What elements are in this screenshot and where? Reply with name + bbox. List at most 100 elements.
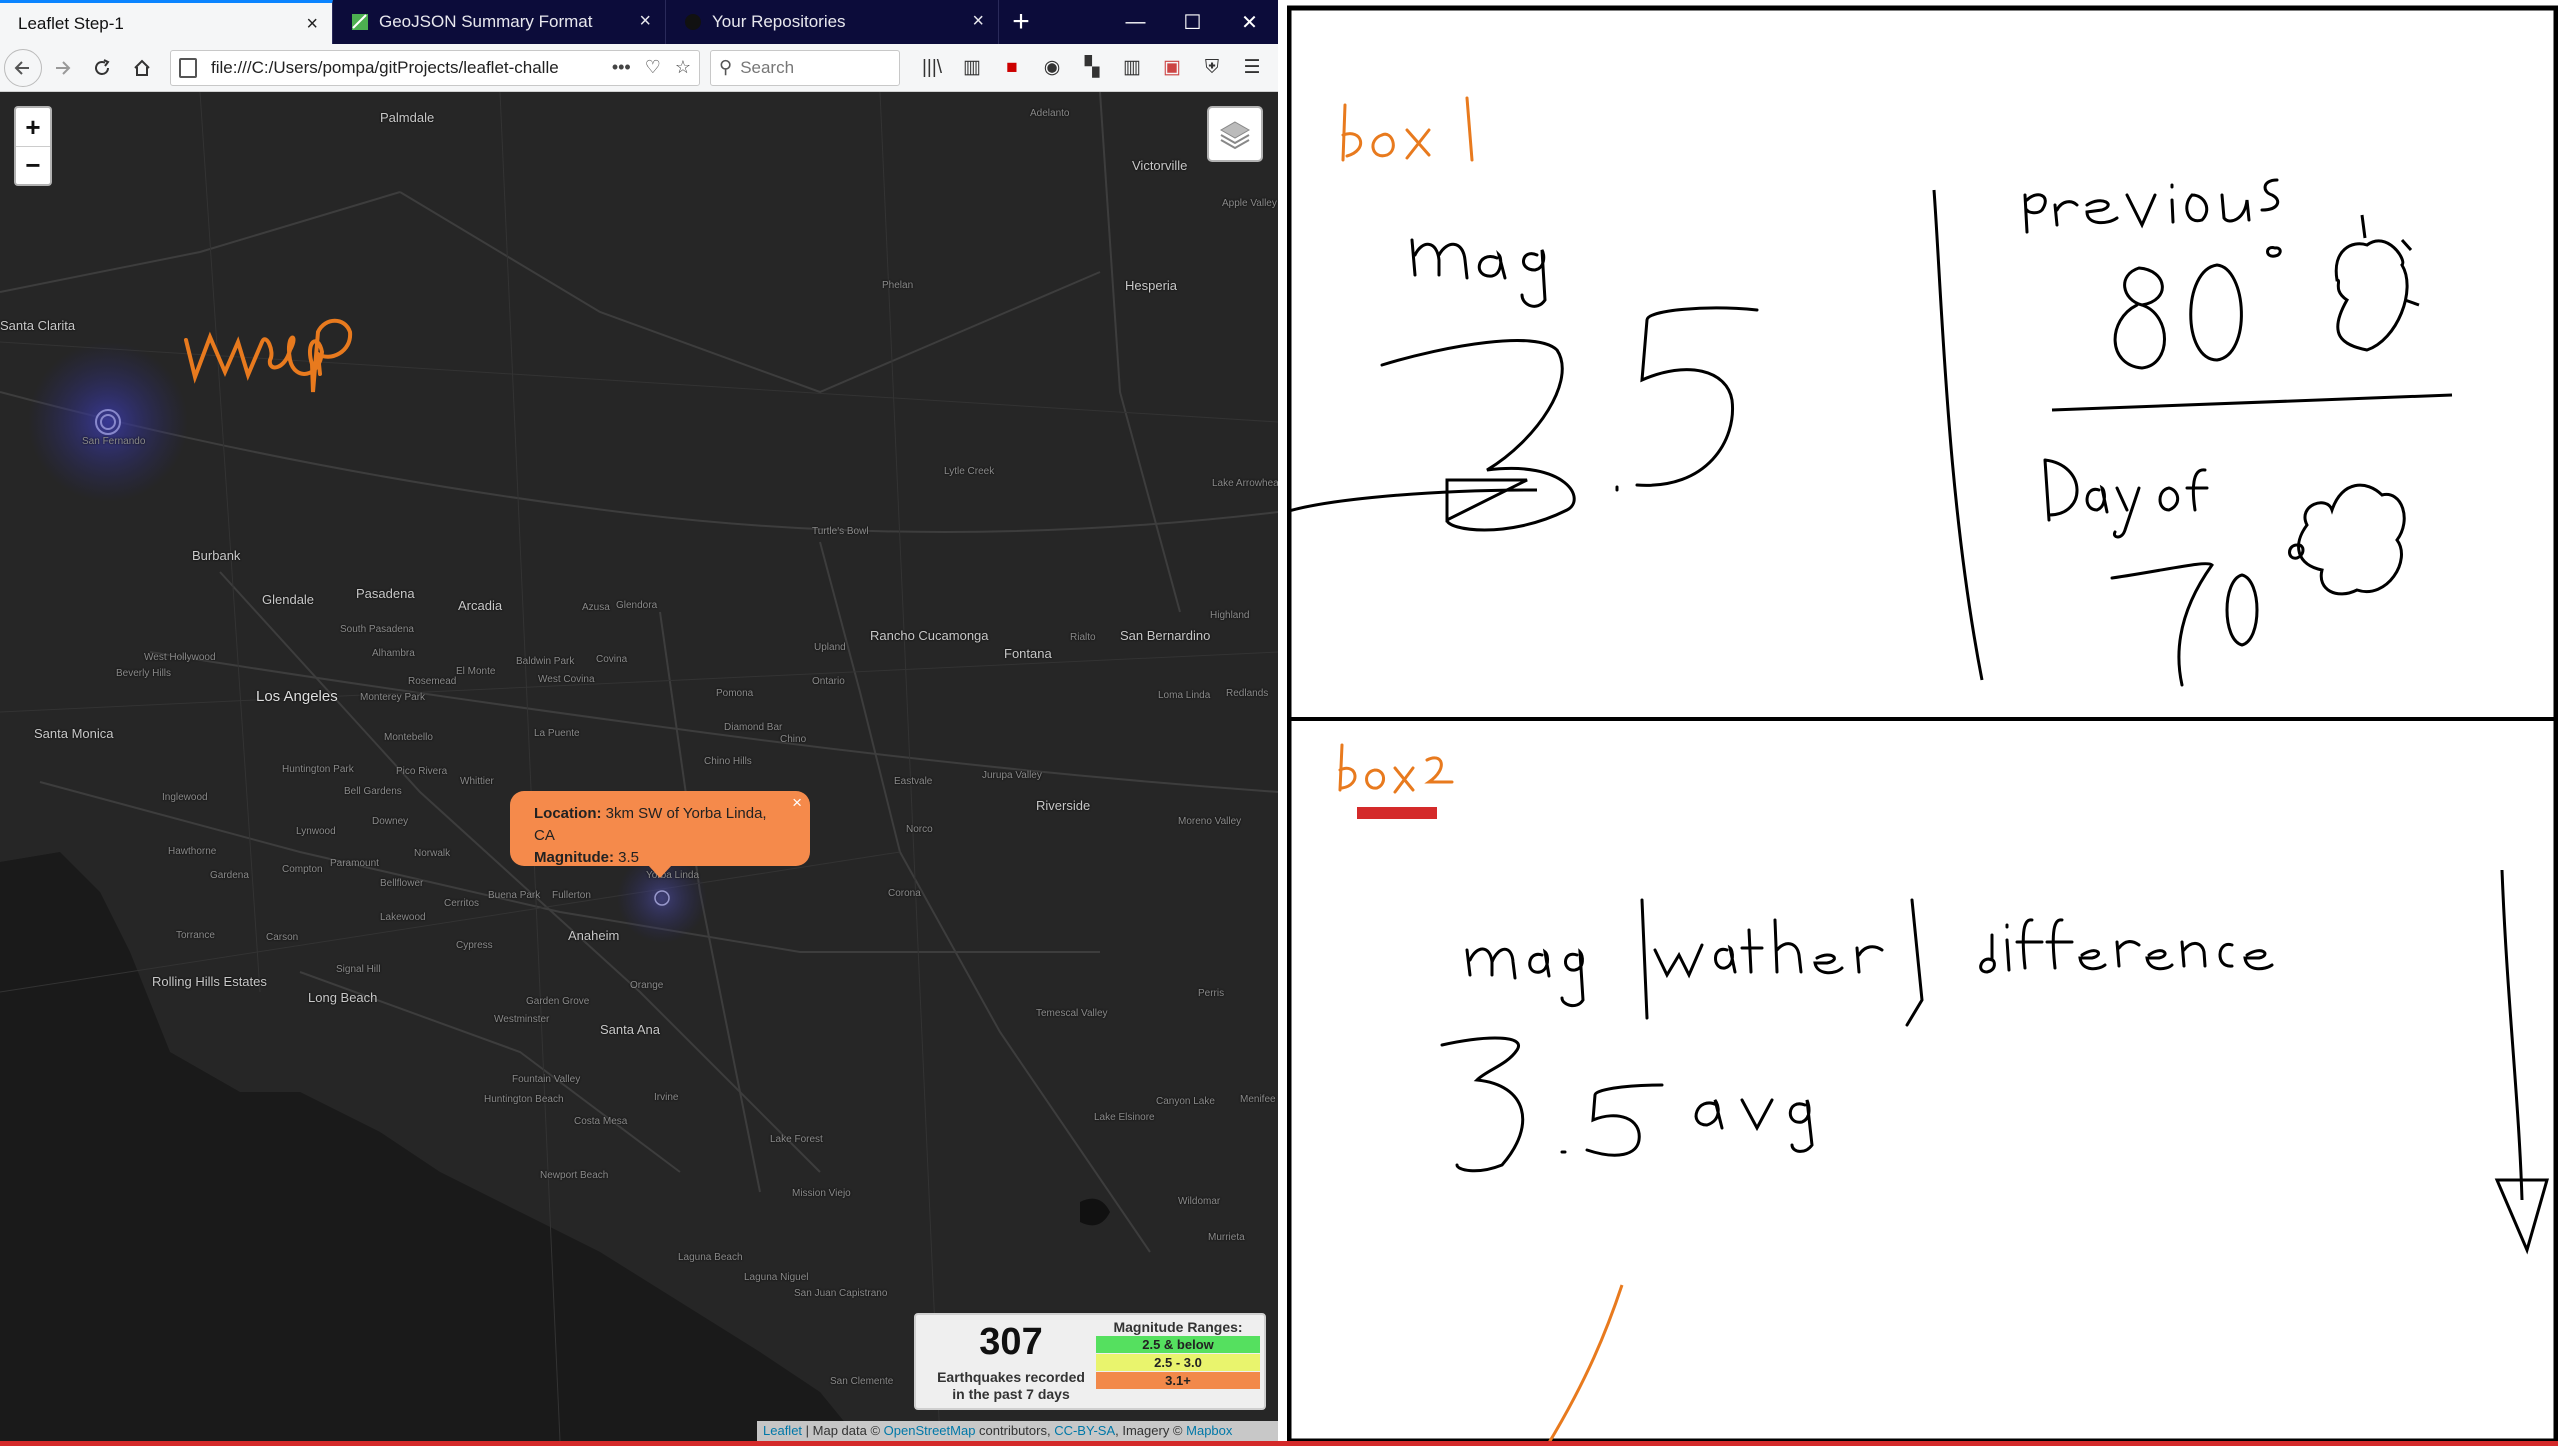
reload-button[interactable] — [82, 48, 122, 88]
menu-icon[interactable]: ☰ — [1232, 48, 1272, 88]
attribution-text: , Imagery © — [1115, 1423, 1187, 1438]
place-label: Rosemead — [408, 676, 457, 687]
place-label: Rolling Hills Estates — [152, 974, 267, 989]
caption-line-1: Earthquakes recorded — [937, 1369, 1085, 1385]
cloud-sketch-icon — [2297, 483, 2406, 596]
back-button[interactable] — [4, 48, 42, 87]
url-bar[interactable]: file:///C:/Users/pompa/gitProjects/leafl… — [170, 49, 700, 86]
place-label: Irvine — [654, 1092, 679, 1103]
tab-bar: Leaflet Step-1 × GeoJSON Summary Format … — [0, 0, 1278, 44]
place-label: Cypress — [456, 940, 493, 951]
barcode-icon[interactable]: ▥ — [1112, 48, 1152, 88]
popup-close-button[interactable]: × — [792, 792, 802, 814]
legend-row-mid: 2.5 - 3.0 — [1096, 1354, 1260, 1371]
place-label: Chino Hills — [704, 756, 752, 767]
mapbox-link[interactable]: Mapbox — [1186, 1423, 1232, 1438]
place-label: Highland — [1210, 610, 1250, 621]
place-label: Diamond Bar — [724, 722, 783, 733]
place-label: Long Beach — [308, 990, 378, 1005]
bookmark-star-icon[interactable]: ☆ — [675, 57, 691, 78]
close-icon[interactable]: × — [639, 11, 651, 31]
earthquake-popup: × Location: 3km SW of Yorba Linda, CA Ma… — [510, 791, 810, 866]
popup-tip — [648, 865, 672, 878]
box1-previous-sketch — [2023, 178, 2280, 234]
place-label: Glendale — [262, 592, 315, 607]
place-label: San Clemente — [830, 1376, 894, 1387]
home-button[interactable] — [122, 48, 162, 88]
place-label: Hesperia — [1125, 278, 1178, 293]
nav-bar: file:///C:/Users/pompa/gitProjects/leafl… — [0, 44, 1278, 92]
place-label: West Hollywood — [144, 652, 216, 663]
page-actions-icon[interactable]: ••• — [612, 57, 631, 78]
place-label: Gardena — [210, 870, 249, 881]
box1-label-sketch — [1341, 96, 1474, 162]
place-label: Lytle Creek — [944, 466, 995, 477]
place-label: La Puente — [534, 728, 580, 739]
leaflet-link[interactable]: Leaflet — [763, 1423, 802, 1438]
account-icon[interactable]: ◉ — [1032, 48, 1072, 88]
place-label: Lake Forest — [770, 1134, 823, 1145]
back-arrow-icon — [14, 60, 29, 75]
zoom-in-button[interactable]: + — [16, 108, 50, 146]
place-label: Turtle's Bowl — [812, 526, 869, 537]
place-label: Azusa — [582, 602, 610, 613]
earthquake-marker[interactable] — [28, 342, 188, 502]
place-label: South Pasadena — [340, 624, 414, 635]
place-label: Huntington Park — [282, 764, 354, 775]
tab-leaflet-step-1[interactable]: Leaflet Step-1 × — [0, 0, 333, 44]
close-window-icon[interactable]: ✕ — [1221, 0, 1278, 44]
search-input[interactable]: Search — [740, 58, 794, 78]
place-label: Laguna Beach — [678, 1252, 743, 1263]
github-favicon-icon — [684, 13, 702, 31]
earthquake-info-box: 307 Earthquakes recorded in the past 7 d… — [914, 1313, 1266, 1410]
library-icon[interactable]: |||\ — [912, 48, 952, 88]
leaflet-map[interactable]: Palmdale Adelanto Victorville Apple Vall… — [0, 92, 1278, 1441]
place-label: West Covina — [538, 674, 595, 685]
box1-dayof-temp-sketch — [2110, 543, 2305, 687]
place-label: Alhambra — [372, 648, 415, 659]
layers-control-button[interactable] — [1207, 106, 1263, 162]
url-actions: ••• ♡ ☆ — [612, 57, 691, 78]
tab-geojson-summary[interactable]: GeoJSON Summary Format × — [333, 0, 666, 44]
place-label: Buena Park — [488, 890, 541, 901]
shield-icon[interactable]: ⛨ — [1192, 48, 1232, 88]
box1-previous-temp-sketch — [2113, 246, 2282, 370]
place-label: Pico Rivera — [396, 766, 448, 777]
earthquake-caption: Earthquakes recorded in the past 7 days — [926, 1369, 1096, 1403]
tab-your-repositories[interactable]: Your Repositories × — [666, 0, 999, 44]
reload-icon — [95, 58, 110, 75]
place-label: Cerritos — [444, 898, 480, 909]
place-label: Signal Hill — [336, 964, 381, 975]
cc-by-sa-link[interactable]: CC-BY-SA — [1054, 1423, 1115, 1438]
page-icon — [179, 57, 197, 78]
popup-location-label: Location: — [534, 805, 602, 822]
place-label: San Fernando — [82, 436, 146, 447]
place-label: Lake Elsinore — [1094, 1112, 1155, 1123]
extensions-grid-icon[interactable]: ▚ — [1072, 48, 1112, 88]
place-label: Monterey Park — [360, 692, 426, 703]
extension-red-icon[interactable]: ■ — [992, 48, 1032, 88]
forward-button[interactable] — [42, 48, 82, 88]
pdf-icon[interactable]: ▣ — [1152, 48, 1192, 88]
place-label: Downey — [372, 816, 409, 827]
place-label: Moreno Valley — [1178, 816, 1242, 827]
minimize-icon[interactable]: — — [1107, 0, 1164, 44]
search-bar[interactable]: ⚲ Search — [710, 49, 900, 86]
place-label: Glendora — [616, 600, 658, 611]
sidebar-icon[interactable]: ▥ — [952, 48, 992, 88]
place-label: Santa Ana — [600, 1022, 660, 1037]
pocket-icon[interactable]: ♡ — [645, 57, 661, 78]
place-label: Palmdale — [380, 110, 435, 125]
maximize-icon[interactable]: ☐ — [1164, 0, 1221, 44]
box2-value-sketch — [1440, 1036, 1664, 1173]
caption-line-2: in the past 7 days — [952, 1386, 1070, 1402]
close-icon[interactable]: × — [972, 11, 984, 31]
openstreetmap-link[interactable]: OpenStreetMap — [884, 1423, 976, 1438]
close-icon[interactable]: × — [306, 14, 318, 34]
place-label: Newport Beach — [540, 1170, 609, 1181]
new-tab-button[interactable]: + — [999, 0, 1043, 44]
zoom-out-button[interactable]: − — [16, 146, 50, 184]
url-text[interactable]: file:///C:/Users/pompa/gitProjects/leafl… — [211, 58, 612, 78]
place-label: Perris — [1198, 988, 1225, 999]
place-label: Redlands — [1226, 688, 1269, 699]
